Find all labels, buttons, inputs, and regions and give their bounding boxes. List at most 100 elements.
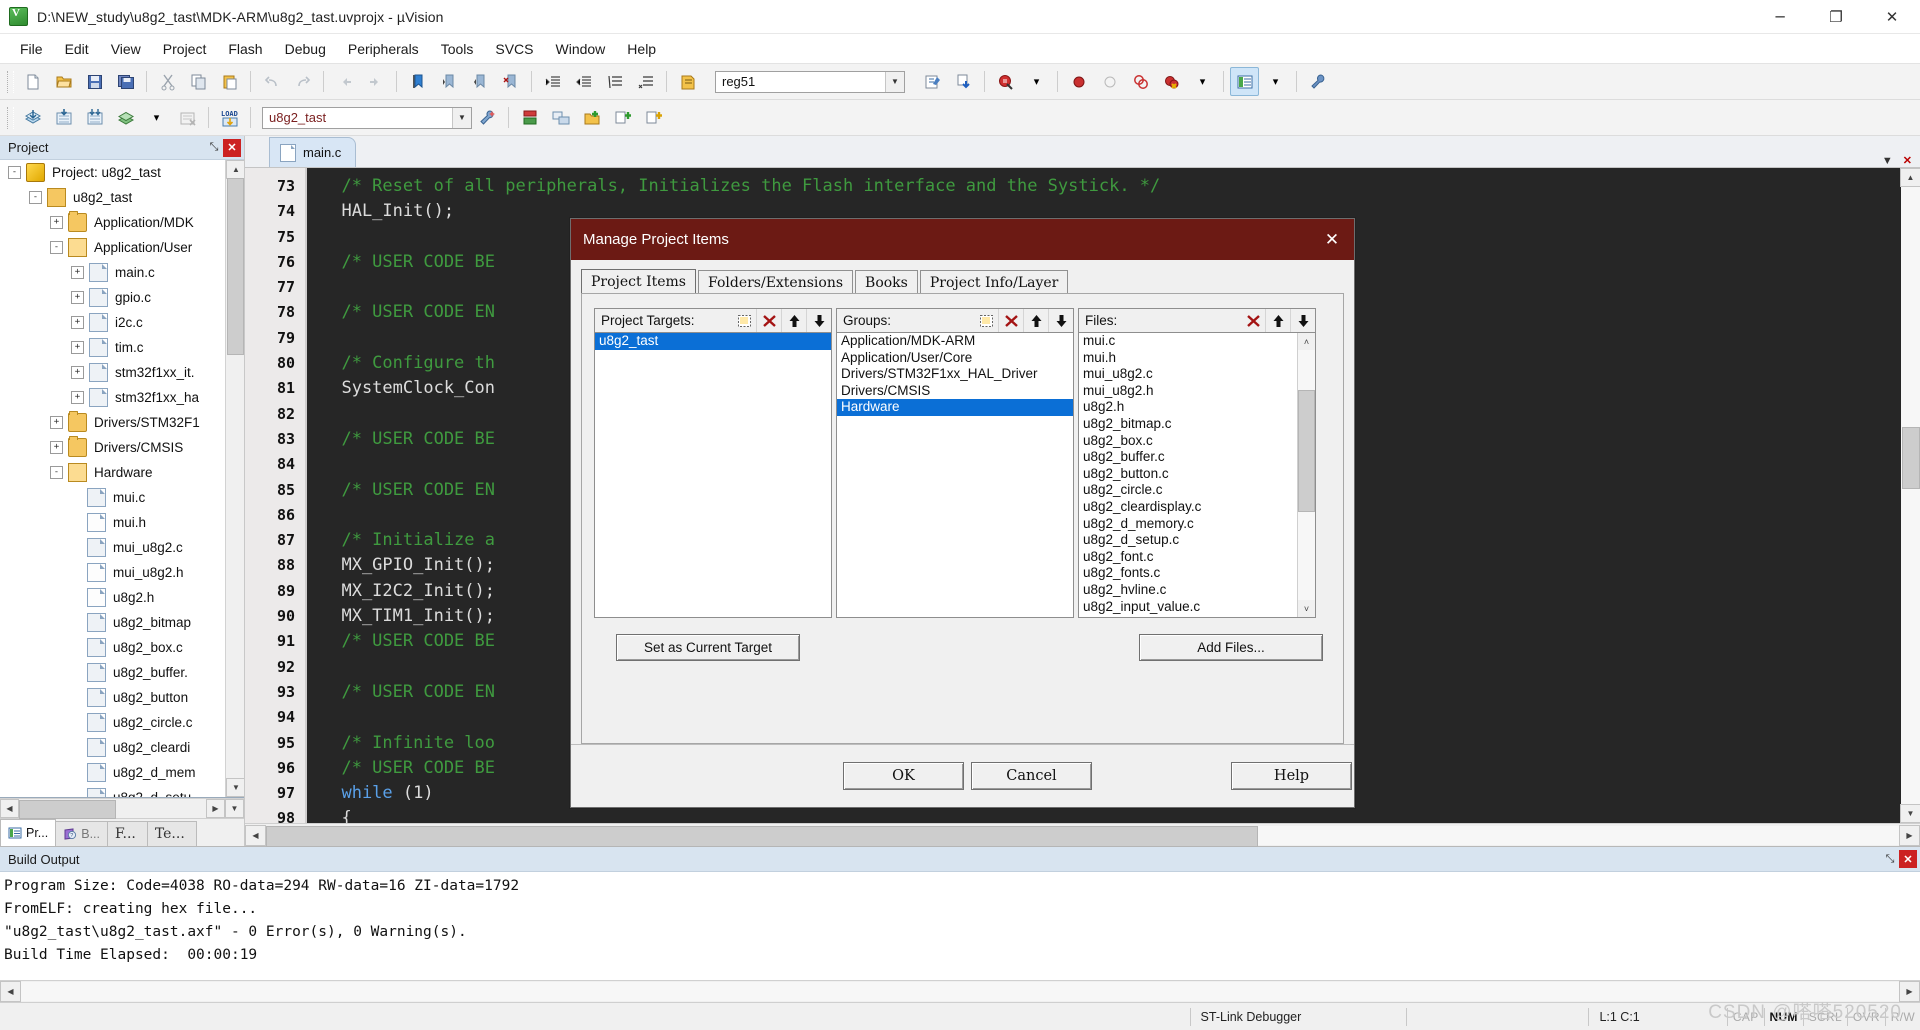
disable-breakpoint-icon[interactable] bbox=[1095, 67, 1124, 96]
load-icon[interactable]: LOAD bbox=[215, 103, 244, 132]
open-file-icon[interactable] bbox=[49, 67, 78, 96]
maximize-button[interactable]: ❐ bbox=[1808, 0, 1864, 33]
add-files-button[interactable]: Add Files... bbox=[1139, 634, 1323, 661]
clear-bookmarks-icon[interactable] bbox=[496, 67, 525, 96]
tree-item[interactable]: + Application/MDK bbox=[0, 210, 244, 235]
dialog-tab-3[interactable]: Project Info/Layer bbox=[919, 270, 1069, 294]
editor-horizontal-scrollbar[interactable]: ◀ ▶ bbox=[245, 823, 1920, 847]
tree-expander-icon[interactable]: - bbox=[8, 166, 21, 179]
project-tree[interactable]: - Project: u8g2_tast - u8g2_tast + Applicatio… bbox=[0, 160, 244, 798]
tree-item[interactable]: mui.h bbox=[0, 510, 244, 535]
list-item[interactable]: mui_u8g2.c bbox=[1079, 366, 1298, 383]
minimize-button[interactable]: ─ bbox=[1752, 0, 1808, 33]
toolbar-grip[interactable] bbox=[7, 70, 14, 93]
files-vertical-scrollbar[interactable]: ˄ ˅ bbox=[1297, 333, 1315, 617]
delete-icon[interactable] bbox=[1241, 309, 1265, 332]
scroll-right-icon[interactable]: ▶ bbox=[1899, 824, 1920, 846]
editor-hscroll-thumb[interactable] bbox=[266, 825, 1258, 847]
move-down-icon[interactable] bbox=[1290, 309, 1315, 332]
save-icon[interactable] bbox=[80, 67, 109, 96]
rebuild-icon[interactable] bbox=[80, 103, 109, 132]
manage-multi-project-icon[interactable] bbox=[546, 103, 575, 132]
manage-project-items-icon[interactable] bbox=[1230, 67, 1259, 96]
list-item[interactable]: u8g2_tast bbox=[595, 333, 831, 350]
close-button[interactable]: ✕ bbox=[1864, 0, 1920, 33]
tree-scroll-thumb[interactable] bbox=[227, 178, 244, 355]
ok-button[interactable]: OK bbox=[843, 762, 964, 790]
tree-vertical-scrollbar[interactable]: ▲ ▼ bbox=[225, 160, 244, 797]
download-icon[interactable] bbox=[949, 67, 978, 96]
dialog-tab-1[interactable]: Folders/Extensions bbox=[698, 270, 854, 294]
add-group-icon[interactable] bbox=[577, 103, 606, 132]
move-down-icon[interactable] bbox=[1048, 309, 1073, 332]
toolbar-grip[interactable] bbox=[7, 106, 14, 129]
comment-icon[interactable] bbox=[600, 67, 629, 96]
tree-item[interactable]: - Application/User bbox=[0, 235, 244, 260]
tree-item[interactable]: u8g2_bitmap bbox=[0, 610, 244, 635]
project-tab-0[interactable]: Pr... bbox=[0, 819, 57, 846]
groups-list[interactable]: Application/MDK-ARM Application/User/Core… bbox=[836, 333, 1074, 618]
hscroll-track[interactable] bbox=[19, 800, 206, 819]
list-item[interactable]: u8g2_input_value.c bbox=[1079, 599, 1298, 616]
tree-expander-icon[interactable]: + bbox=[71, 366, 84, 379]
disable-all-breakpoints-icon[interactable] bbox=[1126, 67, 1155, 96]
project-targets-list[interactable]: u8g2_tast bbox=[594, 333, 832, 618]
tree-item[interactable]: + stm32f1xx_ha bbox=[0, 385, 244, 410]
menu-help[interactable]: Help bbox=[616, 38, 667, 60]
tree-item[interactable]: u8g2_cleardi bbox=[0, 735, 244, 760]
files-list[interactable]: mui.c mui.h mui_u8g2.c mui_u8g2.h u8g2.h u8g2… bbox=[1078, 333, 1316, 618]
tree-item[interactable]: + Drivers/CMSIS bbox=[0, 435, 244, 460]
tree-horizontal-scrollbar[interactable]: ◀ ▶ ▼ bbox=[0, 798, 244, 819]
copy-icon[interactable] bbox=[184, 67, 213, 96]
list-item[interactable]: u8g2_button.c bbox=[1079, 466, 1298, 483]
navigate-back-icon[interactable] bbox=[330, 67, 359, 96]
build-dropdown-icon[interactable]: ▾ bbox=[142, 103, 171, 132]
tree-expander-icon[interactable]: - bbox=[50, 466, 63, 479]
menu-edit[interactable]: Edit bbox=[54, 38, 100, 60]
files-scroll-track[interactable] bbox=[1298, 350, 1315, 600]
scroll-down-alt-icon[interactable]: ▼ bbox=[225, 799, 244, 818]
menu-tools[interactable]: Tools bbox=[430, 38, 485, 60]
outdent-icon[interactable] bbox=[569, 67, 598, 96]
list-item[interactable]: u8g2_font.c bbox=[1079, 549, 1298, 566]
menu-svcs[interactable]: SVCS bbox=[484, 38, 544, 60]
help-button[interactable]: Help bbox=[1231, 762, 1352, 790]
tree-item[interactable]: u8g2_buffer. bbox=[0, 660, 244, 685]
chevron-down-icon[interactable]: ▼ bbox=[452, 107, 471, 128]
tree-expander-icon[interactable]: - bbox=[29, 191, 42, 204]
build-icon[interactable] bbox=[49, 103, 78, 132]
tree-expander-icon[interactable]: + bbox=[50, 416, 63, 429]
tree-item[interactable]: - Project: u8g2_tast bbox=[0, 160, 244, 185]
menu-debug[interactable]: Debug bbox=[274, 38, 337, 60]
list-item[interactable]: mui.c bbox=[1079, 333, 1298, 350]
target-combo[interactable]: u8g2_tast ▼ bbox=[262, 106, 472, 129]
tree-item[interactable]: mui_u8g2.c bbox=[0, 535, 244, 560]
build-output-hscrollbar[interactable]: ◀ ▶ bbox=[0, 981, 1920, 1002]
tree-item[interactable]: u8g2_d_mem bbox=[0, 760, 244, 785]
cancel-button[interactable]: Cancel bbox=[971, 762, 1092, 790]
list-item[interactable]: u8g2_bitmap.c bbox=[1079, 416, 1298, 433]
move-up-icon[interactable] bbox=[1023, 309, 1048, 332]
cut-icon[interactable] bbox=[153, 67, 182, 96]
scroll-left-icon[interactable]: ◀ bbox=[0, 799, 19, 818]
close-icon[interactable]: ✕ bbox=[1899, 850, 1917, 868]
list-item[interactable]: mui_u8g2.h bbox=[1079, 383, 1298, 400]
scroll-left-icon[interactable]: ◀ bbox=[0, 981, 21, 1002]
goto-definition-icon[interactable] bbox=[673, 67, 702, 96]
dialog-tab-0[interactable]: Project Items bbox=[581, 269, 696, 294]
list-item[interactable]: u8g2_intersection.c bbox=[1079, 615, 1298, 617]
scroll-up-icon[interactable]: ▲ bbox=[226, 160, 244, 179]
previous-bookmark-icon[interactable] bbox=[465, 67, 494, 96]
project-dropdown-icon[interactable]: ▾ bbox=[1261, 67, 1290, 96]
scroll-down-icon[interactable]: ▼ bbox=[226, 778, 244, 797]
tree-item[interactable]: + i2c.c bbox=[0, 310, 244, 335]
tree-item[interactable]: - Hardware bbox=[0, 460, 244, 485]
menu-flash[interactable]: Flash bbox=[217, 38, 273, 60]
dialog-tab-2[interactable]: Books bbox=[855, 270, 918, 294]
tree-expander-icon[interactable]: + bbox=[71, 316, 84, 329]
scroll-right-icon[interactable]: ▶ bbox=[206, 799, 225, 818]
indent-icon[interactable] bbox=[538, 67, 567, 96]
list-item[interactable]: u8g2_buffer.c bbox=[1079, 449, 1298, 466]
tree-item[interactable]: + tim.c bbox=[0, 335, 244, 360]
editor-close-icon[interactable]: ✕ bbox=[1903, 154, 1912, 167]
